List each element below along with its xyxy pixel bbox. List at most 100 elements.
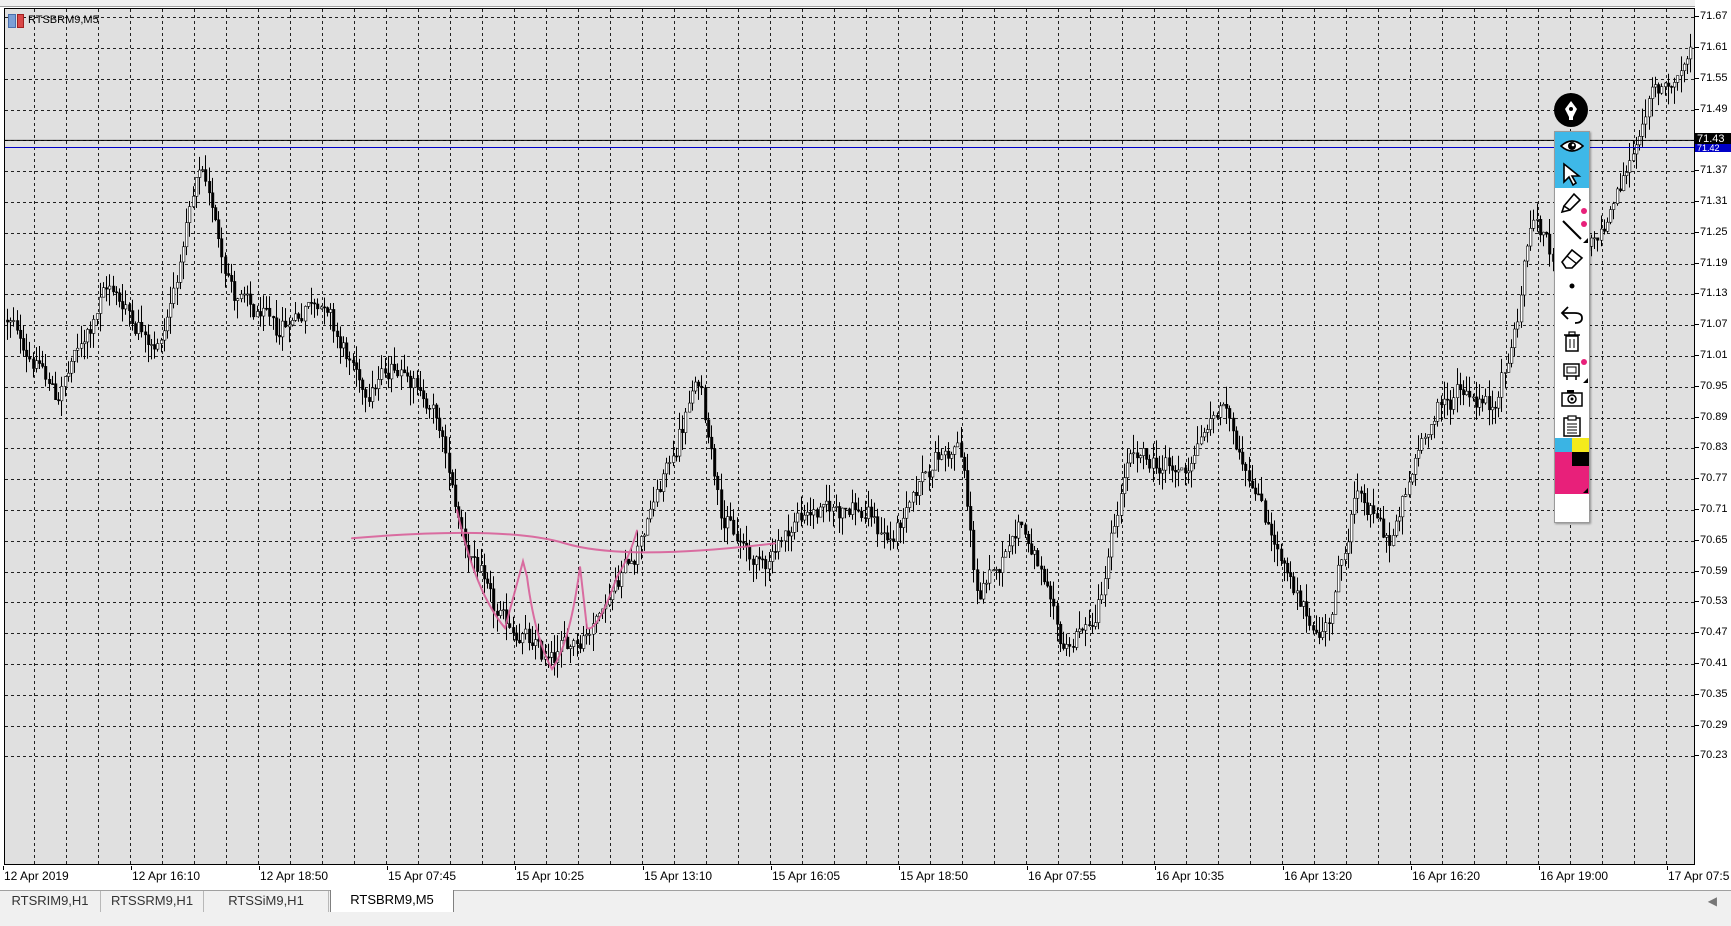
candle-up (1190, 463, 1194, 472)
candle-up (1180, 467, 1184, 471)
price-axis[interactable]: 71.6771.6171.5571.4971.4371.3771.3171.25… (1695, 0, 1731, 866)
price-label: 70.95 (1700, 380, 1728, 392)
candle-up (1395, 520, 1399, 536)
clear-all-icon[interactable] (1555, 356, 1589, 384)
candle-down (489, 583, 493, 590)
candle-down (316, 303, 320, 310)
candle-down (1216, 415, 1220, 418)
candle-up (1491, 406, 1495, 411)
candle-up (1209, 418, 1213, 430)
candle-up (246, 293, 250, 296)
tab-rtsrim9-h1[interactable]: RTSRIM9,H1 (0, 891, 101, 912)
trash-icon[interactable] (1555, 328, 1589, 356)
candle-up (1411, 474, 1415, 483)
candle-up (1612, 203, 1616, 210)
color-palette[interactable] (1555, 438, 1589, 500)
candle-down (153, 344, 157, 350)
candle-down (1446, 398, 1450, 401)
candle-up (1529, 227, 1533, 247)
candle-down (48, 379, 52, 384)
candle-up (80, 343, 84, 349)
eraser-icon[interactable] (1555, 244, 1589, 272)
clipboard-icon[interactable] (1555, 412, 1589, 440)
candles (6, 33, 1693, 678)
candle-up (1648, 98, 1652, 118)
candle-down (1155, 457, 1159, 469)
candle-down (214, 207, 218, 221)
candle-up (150, 344, 154, 346)
candle-up (1472, 396, 1476, 399)
candle-up (688, 402, 692, 413)
candle-down (473, 556, 477, 558)
candle-up (499, 610, 503, 616)
color-swatch-magenta[interactable] (1555, 452, 1572, 466)
candle-up (640, 536, 644, 547)
undo-icon[interactable] (1555, 300, 1589, 328)
candle-down (1168, 457, 1172, 467)
candle-down (217, 219, 221, 240)
candle-down (1308, 615, 1312, 626)
candle-up (160, 339, 164, 344)
candle-down (1148, 459, 1152, 469)
candle-down (1318, 632, 1322, 638)
candle-up (867, 506, 871, 519)
candle-down (358, 369, 362, 381)
candle-up (1609, 209, 1613, 223)
color-swatch-black[interactable] (1572, 452, 1589, 466)
candle-up (102, 287, 106, 298)
candle-down (1657, 84, 1661, 94)
tab-scroll-left-icon[interactable]: ◀ (1708, 894, 1717, 908)
time-axis[interactable]: 12 Apr 2019 12 Apr 16:10 12 Apr 18:50 15 Ap… (0, 866, 1731, 890)
candle-down (406, 372, 410, 377)
candle-down (844, 507, 848, 510)
price-tick (1695, 571, 1699, 572)
color-swatch-blue[interactable] (1555, 438, 1572, 452)
candle-down (547, 656, 551, 659)
candle-up (985, 582, 989, 585)
color-swatch-yellow[interactable] (1572, 438, 1589, 452)
price-label: 70.65 (1700, 534, 1728, 546)
line-icon[interactable] (1555, 216, 1589, 244)
candle-up (755, 556, 759, 565)
candle-down (1049, 585, 1053, 600)
candle-up (1433, 420, 1437, 425)
candle-down (1360, 490, 1364, 494)
candle-down (297, 313, 301, 319)
candle-down (1056, 605, 1060, 625)
plot-area[interactable] (4, 8, 1695, 865)
time-label: 12 Apr 16:10 (132, 869, 201, 883)
candle-up (188, 206, 192, 223)
cursor-icon[interactable] (1555, 160, 1589, 188)
tab-rtssim9-h1[interactable]: RTSSiM9,H1 (204, 891, 329, 912)
candle-up (521, 633, 525, 644)
eye-icon[interactable] (1555, 132, 1589, 160)
candle-up (201, 169, 205, 171)
candle-down (451, 472, 455, 486)
candle-down (515, 632, 519, 641)
candle-up (470, 556, 474, 558)
candle-up (1126, 462, 1130, 478)
current-color-swatch[interactable] (1555, 466, 1589, 494)
marker-icon[interactable] (1555, 188, 1589, 216)
price-tick (1695, 694, 1699, 695)
tab-rtssrm9-h1[interactable]: RTSSRM9,H1 (101, 891, 204, 912)
candle-down (1299, 590, 1303, 607)
candle-up (371, 387, 375, 402)
pen-icon[interactable] (1554, 93, 1588, 127)
candle-up (99, 296, 103, 314)
camera-icon[interactable] (1555, 384, 1589, 412)
candle-down (1449, 399, 1453, 410)
candle-down (1088, 624, 1092, 626)
dot-size-icon[interactable] (1555, 272, 1589, 300)
candle-down (697, 381, 701, 387)
price-tick (1695, 232, 1699, 233)
candle-down (809, 512, 813, 516)
candle-up (1344, 553, 1348, 561)
price-label: 71.61 (1700, 41, 1728, 53)
candle-down (976, 569, 980, 591)
candle-down (204, 169, 208, 182)
tab-rtsbrm9-m5[interactable]: RTSBRM9,M5 (330, 890, 454, 913)
candle-up (195, 177, 199, 197)
price-chart[interactable] (5, 9, 1695, 865)
candle-down (915, 492, 919, 496)
